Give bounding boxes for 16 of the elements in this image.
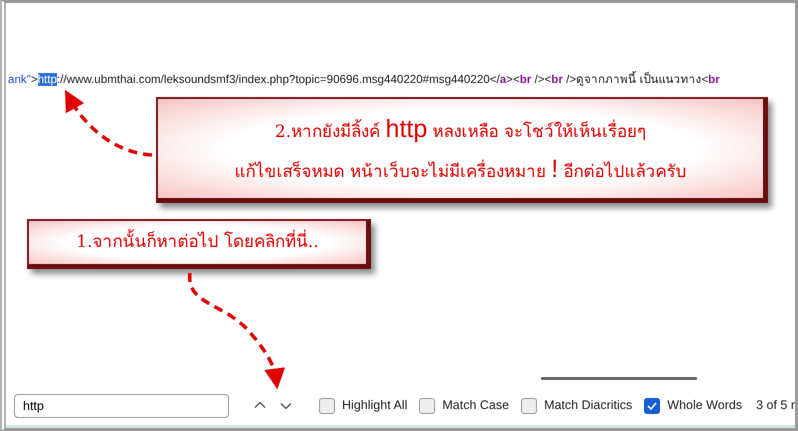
option-label[interactable]: Whole Words <box>667 396 742 415</box>
checkmark-icon <box>646 400 658 412</box>
option-label[interactable]: Match Diacritics <box>544 396 632 415</box>
source-code-line: ank">http://www.ubmthai.com/leksoundsmf3/index.php?topic=90696.msg440220#msg440220</a><br /><br />ดูจากภาพนี้ เป็นแนวทาง<br <box>7 71 721 88</box>
checkbox[interactable] <box>644 398 660 414</box>
find-field[interactable]: http <box>14 394 230 418</box>
callout-text: แก้ไขเสร็จหมด หน้าเว็บจะไม่มีเครื่องหมาย ! อีกต่อไปแล้วครับ <box>234 154 687 184</box>
callout-text: 2.หากยังมีลิ้งค์ http หลงเหลือ จะโชว์ให้เห็นเรื่อยๆ <box>274 114 646 144</box>
match-count: 3 of 5 r <box>756 397 795 414</box>
chevron-down-icon <box>280 402 292 409</box>
checkbox[interactable] <box>521 398 538 414</box>
option-label[interactable]: Highlight All <box>342 396 408 415</box>
option-label[interactable]: Match Case <box>442 396 510 415</box>
chevron-up-icon <box>254 402 266 409</box>
checkbox[interactable] <box>319 398 336 414</box>
checkbox[interactable] <box>419 398 436 414</box>
